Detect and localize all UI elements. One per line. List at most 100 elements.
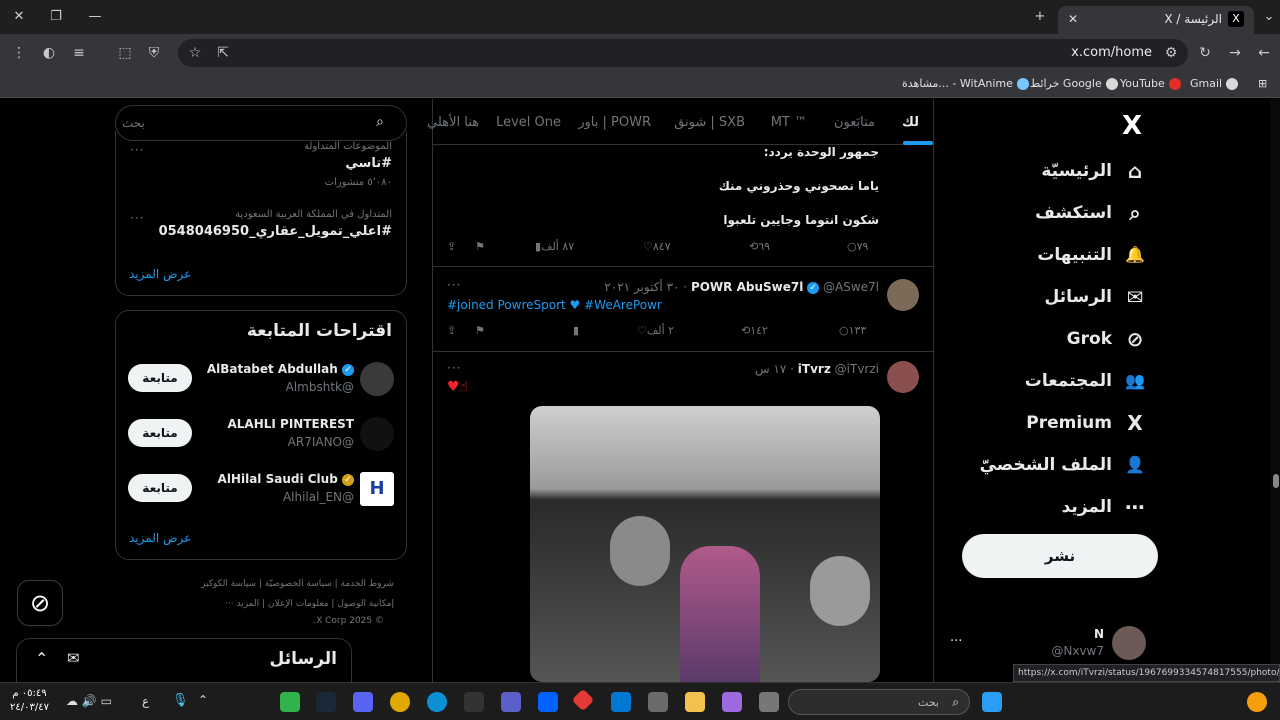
suggestion-name[interactable]: ✓ AlHilal Saudi Club xyxy=(218,472,354,486)
nav-home[interactable]: ⌂ الرئيسيّة xyxy=(1041,155,1148,187)
more-dots-icon[interactable]: ··· xyxy=(950,634,962,649)
tray-icons[interactable]: ☁ 🔊 ▭ xyxy=(66,694,112,708)
avatar[interactable] xyxy=(887,279,919,311)
tab-for-you[interactable]: لك xyxy=(902,115,919,130)
notification-icon[interactable] xyxy=(1247,692,1267,712)
nav-grok[interactable]: ⊘ Grok xyxy=(1067,323,1148,355)
tab-close-icon[interactable]: ✕ xyxy=(1064,10,1082,28)
mic-icon[interactable]: 🎙 xyxy=(172,693,189,708)
reading-list-icon[interactable]: ≡ xyxy=(68,42,90,64)
extensions-icon[interactable]: ⬚ xyxy=(114,42,136,64)
teams-icon[interactable] xyxy=(501,692,521,712)
site-info-icon[interactable]: ⚙ xyxy=(1160,42,1182,64)
show-more-link[interactable]: عرض المزيد xyxy=(129,267,191,281)
epic-games-icon[interactable] xyxy=(464,692,484,712)
bookmark-icon[interactable]: ⚑ xyxy=(475,324,485,337)
steam-icon[interactable] xyxy=(316,692,336,712)
tweet-author[interactable]: POWR AbuSwe7l ✓ @ASwe7l · ٣٠ أكتوبر ٢٠٢١ xyxy=(604,280,879,294)
collapse-icon[interactable]: ⌃ xyxy=(35,649,48,668)
scrollbar[interactable] xyxy=(1270,99,1280,682)
reply-button[interactable]: ○ ١٣٣ xyxy=(839,324,866,337)
app-icon[interactable] xyxy=(759,692,779,712)
trend-title[interactable]: #تاسي xyxy=(345,156,392,171)
menu-dots-icon[interactable]: ⋮ xyxy=(8,42,30,64)
reply-button[interactable]: ○ ٧٩ xyxy=(847,240,868,253)
views-icon[interactable]: ▮ xyxy=(573,324,579,337)
shield-icon[interactable]: ⛨ xyxy=(143,42,165,64)
edge-icon[interactable] xyxy=(427,692,447,712)
restore-window-icon[interactable]: ❐ xyxy=(45,6,67,28)
back-icon[interactable]: ← xyxy=(1253,42,1275,64)
copilot-icon[interactable] xyxy=(722,692,742,712)
tab-following[interactable]: متابَعون xyxy=(834,115,875,130)
reload-icon[interactable]: ↻ xyxy=(1194,42,1216,64)
apps-icon[interactable]: ⊞ xyxy=(1258,77,1267,90)
like-button[interactable]: ♡ ٢ ألف xyxy=(637,324,674,337)
tab-ahli[interactable]: هنا الأهلي xyxy=(427,115,479,130)
messages-drawer[interactable]: الرسائل ⌃ ✉ xyxy=(16,638,352,682)
nav-explore[interactable]: ⌕ استكشف xyxy=(1035,197,1148,229)
tweet-photo[interactable] xyxy=(530,406,880,682)
footer-terms[interactable]: شروط الخدمة xyxy=(341,579,394,589)
footer-ads-info[interactable]: معلومات الإعلان xyxy=(268,599,329,609)
tab-powr[interactable]: باور | POWR xyxy=(578,115,651,130)
footer-privacy[interactable]: سياسة الخصوصيّة xyxy=(265,579,332,589)
footer-accessibility[interactable]: إمكانية الوصول xyxy=(337,599,394,609)
tab-mt[interactable]: MT ™ xyxy=(771,115,807,130)
tweet-author[interactable]: iTvrz @iTvrzi · ١٧ س xyxy=(755,362,879,376)
hilal-logo-icon[interactable]: H xyxy=(360,472,394,506)
browser-tab[interactable]: X الرئيسة / X ✕ xyxy=(1058,6,1254,34)
tab-search-icon[interactable]: ⌄ xyxy=(1258,6,1280,28)
trend-title[interactable]: #اعلي_تمويل_عقاري_0548046950 xyxy=(159,224,392,239)
footer-more[interactable]: المزيد ··· xyxy=(225,599,259,609)
start-icon[interactable] xyxy=(982,692,1002,712)
footer-cookies[interactable]: سياسة الكوكيز xyxy=(201,579,256,589)
nav-profile[interactable]: 👤 الملف الشخصيّ xyxy=(980,449,1148,481)
views-count[interactable]: ▮ ٨٧ ألف xyxy=(535,240,574,253)
dropbox-icon[interactable] xyxy=(538,692,558,712)
outlook-icon[interactable] xyxy=(611,692,631,712)
follow-button[interactable]: متابعة xyxy=(128,474,192,502)
chrome-icon[interactable] xyxy=(390,692,410,712)
bookmark-witanime[interactable]: مشاهدة... - WitAnime xyxy=(902,77,1029,90)
post-button[interactable]: نشر xyxy=(962,534,1158,578)
store-icon[interactable] xyxy=(648,692,668,712)
clock[interactable]: ٠٥:٤٩ م ٢٤/٠٣/٤٧ xyxy=(10,687,49,715)
trend-more-icon[interactable]: ··· xyxy=(130,211,144,225)
nav-communities[interactable]: 👥 المجتمعات xyxy=(1025,365,1148,397)
tweet-more-icon[interactable]: ··· xyxy=(447,361,461,375)
suggestion-name[interactable]: ALAHLI PINTEREST xyxy=(227,417,354,431)
repost-button[interactable]: ⟲ ١٤٢ xyxy=(741,324,768,337)
bookmark-youtube[interactable]: YouTube xyxy=(1120,77,1181,90)
nav-notifications[interactable]: 🔔 التنبيهات xyxy=(1037,239,1148,271)
x-logo-icon[interactable]: X xyxy=(1122,111,1142,141)
minimize-window-icon[interactable]: — xyxy=(84,6,106,28)
grok-icon[interactable]: ⊘ xyxy=(17,580,63,626)
close-window-icon[interactable]: ✕ xyxy=(8,6,30,28)
scrollbar-thumb[interactable] xyxy=(1273,474,1279,488)
avatar[interactable] xyxy=(360,417,394,451)
tray-expand-icon[interactable]: ⌃ xyxy=(198,693,208,707)
share-icon[interactable]: ⇪ xyxy=(447,324,456,337)
follow-button[interactable]: متابعة xyxy=(128,364,192,392)
trend-more-icon[interactable]: ··· xyxy=(130,143,144,157)
discord-icon[interactable] xyxy=(353,692,373,712)
like-button[interactable]: ♡ ٨٤٧ xyxy=(643,240,671,253)
bookmark-star-icon[interactable]: ☆ xyxy=(184,42,206,64)
tab-level-one[interactable]: Level One xyxy=(496,115,561,130)
tab-sxb[interactable]: شونق | SXB xyxy=(674,115,745,130)
bookmark-icon[interactable]: ⚑ xyxy=(475,240,485,253)
install-app-icon[interactable]: ⇱ xyxy=(212,42,234,64)
bookmark-google-maps[interactable]: خرائط Google xyxy=(1030,77,1118,90)
show-more-link[interactable]: عرض المزيد xyxy=(129,531,191,545)
nav-premium[interactable]: X Premium xyxy=(1026,407,1148,439)
app-icon[interactable] xyxy=(280,692,300,712)
avatar[interactable] xyxy=(887,361,919,393)
repost-button[interactable]: ⟲ ٦٩ xyxy=(749,240,770,253)
bookmark-gmail[interactable]: Gmail xyxy=(1190,77,1239,90)
account-switcher[interactable]: N @Nxvw7 ··· xyxy=(950,624,1150,664)
nav-more[interactable]: ⋯ المزيد xyxy=(1062,491,1148,523)
language-indicator[interactable]: ع xyxy=(142,694,149,708)
share-icon[interactable]: ⇪ xyxy=(447,240,456,253)
new-message-icon[interactable]: ✉ xyxy=(67,649,80,667)
